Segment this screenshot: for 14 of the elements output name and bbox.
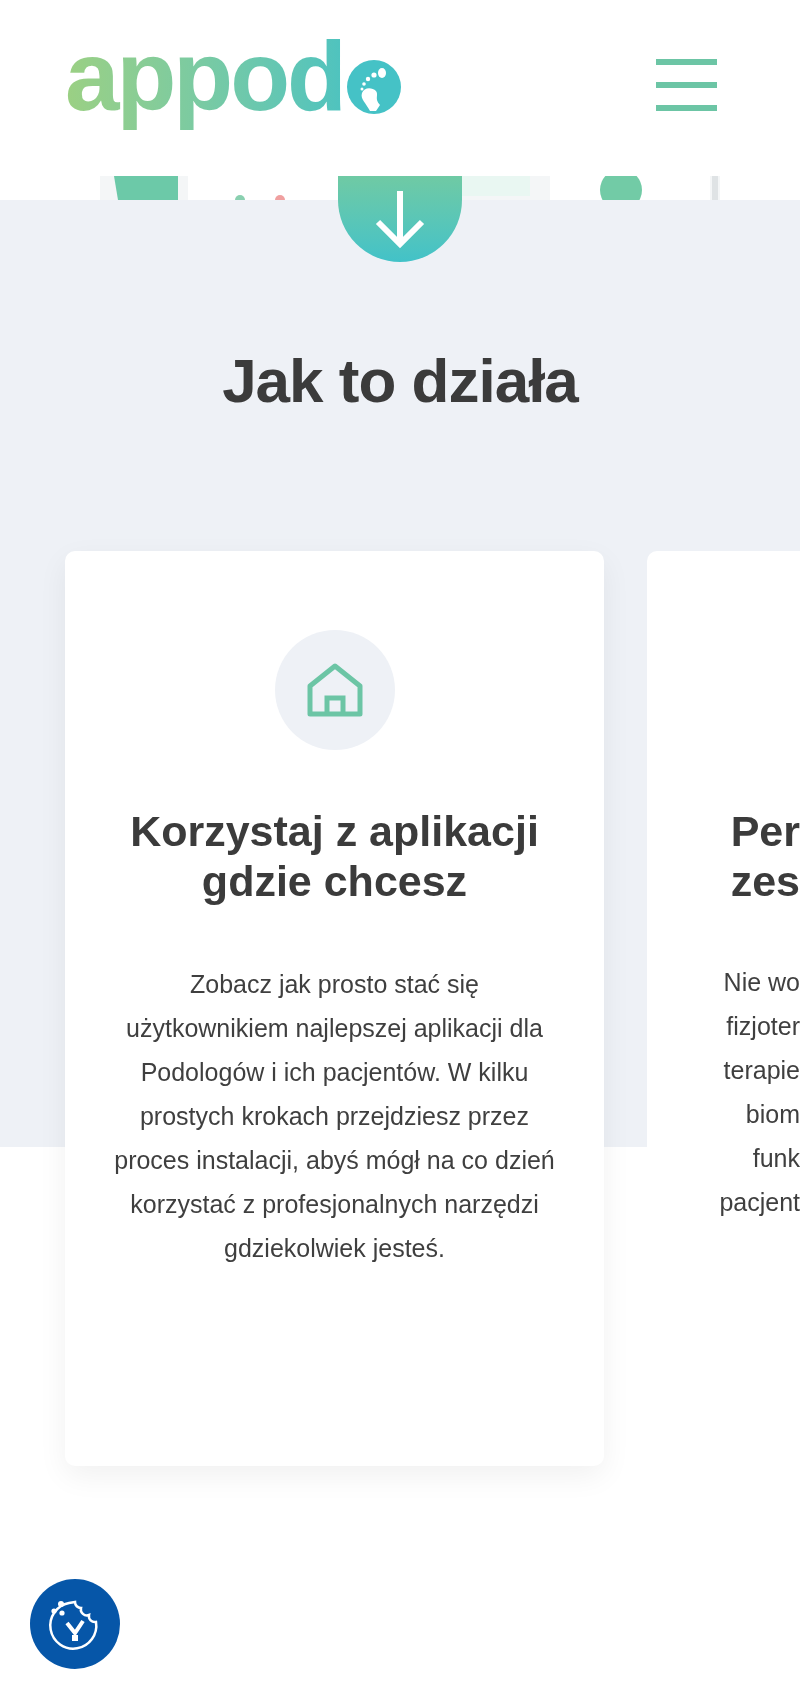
foot-logo-icon bbox=[345, 59, 402, 115]
card-description-line: fizjoter bbox=[726, 1011, 800, 1042]
card-title: zes bbox=[730, 856, 800, 906]
menu-icon[interactable] bbox=[656, 59, 717, 111]
card-title: Korzystaj z aplikacji gdzie chcesz bbox=[129, 806, 540, 906]
card-description-line: biom bbox=[745, 1099, 800, 1130]
download-button[interactable] bbox=[338, 176, 462, 262]
card-description-line: Nie wo bbox=[723, 967, 800, 998]
card-description-line: funk bbox=[752, 1143, 800, 1174]
section-title: Jak to działa bbox=[222, 350, 578, 412]
card-description: Zobacz jak prosto stać się użytkownikiem najlepszej aplikacji dla Podologów i ich pacjentów. W kilku prostych krokach przejdziesz przez proces instalacji, abyś mógł na co dzień korzystać z profesjonalnych narzędzi gdziekolwiek jesteś. bbox=[113, 969, 556, 1264]
card-title: Per bbox=[730, 806, 800, 856]
card-description-line: pacjent bbox=[719, 1187, 800, 1218]
card-description-line: terapie bbox=[723, 1055, 800, 1086]
